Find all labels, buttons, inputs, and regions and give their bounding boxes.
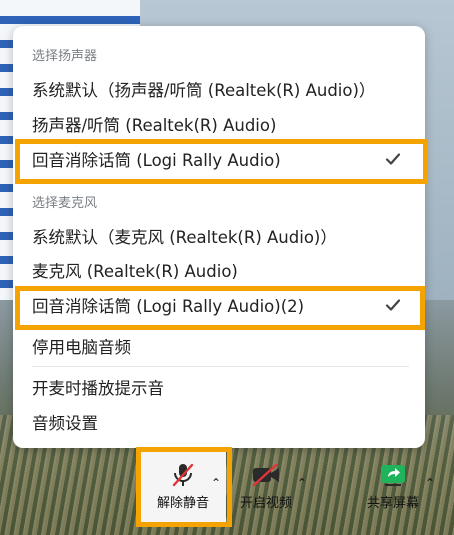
speaker-item-label: 扬声器/听筒 (Realtek(R) Audio) [32, 116, 277, 135]
check-icon [385, 299, 401, 311]
start-video-button[interactable]: 开启视频 [232, 462, 300, 511]
speaker-item-realtek[interactable]: 扬声器/听筒 (Realtek(R) Audio) [32, 109, 409, 139]
mic-item-label: 系统默认（麦克风 (Realtek(R) Audio)） [32, 228, 337, 247]
mic-item-label: 回音消除话筒 (Logi Rally Audio)(2) [32, 297, 305, 316]
play-tone-item[interactable]: 开麦时播放提示音 [32, 372, 409, 402]
stop-computer-audio-item[interactable]: 停用电脑音频 [32, 331, 409, 361]
speaker-item-logi-rally[interactable]: 回音消除话筒 (Logi Rally Audio) [32, 144, 409, 174]
audio-settings-item[interactable]: 音频设置 [32, 407, 409, 437]
microphone-muted-icon [168, 462, 198, 488]
video-off-icon [251, 462, 281, 488]
play-tone-label: 开麦时播放提示音 [32, 379, 164, 398]
start-video-label: 开启视频 [239, 496, 292, 511]
audio-settings-label: 音频设置 [32, 414, 98, 433]
mic-item-system-default[interactable]: 系统默认（麦克风 (Realtek(R) Audio)） [32, 221, 409, 251]
speaker-item-label: 系统默认（扬声器/听筒 (Realtek(R) Audio)） [32, 81, 376, 100]
chevron-up-icon[interactable]: ⌃ [297, 476, 307, 490]
audio-menu: 选择扬声器 系统默认（扬声器/听筒 (Realtek(R) Audio)） 扬声… [13, 26, 425, 448]
menu-divider [32, 366, 409, 367]
share-screen-label: 共享屏幕 [366, 496, 419, 511]
mic-section-label: 选择麦克风 [32, 196, 98, 211]
mic-item-logi-rally[interactable]: 回音消除话筒 (Logi Rally Audio)(2) [32, 290, 409, 320]
share-screen-icon [378, 462, 408, 488]
share-screen-button[interactable]: 共享屏幕 [361, 462, 425, 511]
mic-item-realtek[interactable]: 麦克风 (Realtek(R) Audio) [32, 255, 409, 285]
speaker-section-label: 选择扬声器 [32, 49, 98, 64]
check-icon [385, 153, 401, 165]
speaker-item-label: 回音消除话筒 (Logi Rally Audio) [32, 151, 281, 170]
unmute-label: 解除静音 [156, 496, 209, 511]
chevron-up-icon[interactable]: ⌃ [211, 476, 221, 490]
unmute-button[interactable]: 解除静音 [148, 462, 218, 511]
chevron-up-icon[interactable]: ⌃ [425, 476, 435, 490]
speaker-item-system-default[interactable]: 系统默认（扬声器/听筒 (Realtek(R) Audio)） [32, 74, 409, 104]
stop-computer-audio-label: 停用电脑音频 [32, 338, 131, 357]
mic-item-label: 麦克风 (Realtek(R) Audio) [32, 262, 238, 281]
